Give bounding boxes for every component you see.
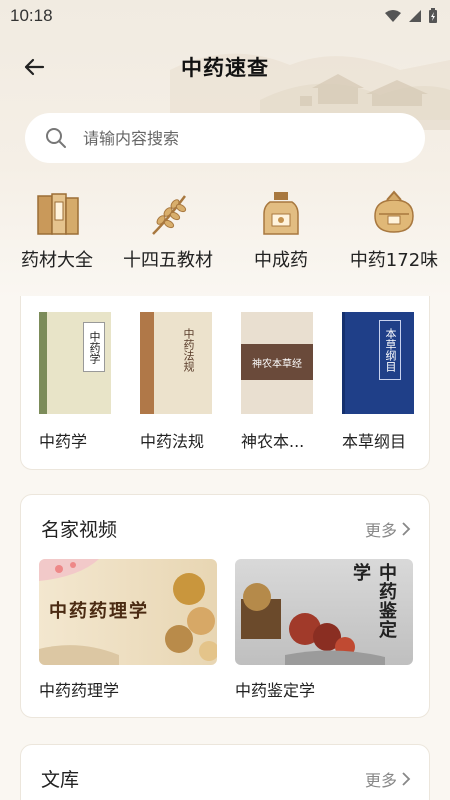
video-item[interactable]: 中药鉴定学 中药鉴定学 (235, 559, 413, 701)
book-title: 本草纲目 (342, 432, 407, 451)
book-item[interactable]: 中药学 中药学 (39, 312, 111, 452)
signal-icon (409, 10, 421, 22)
video-title: 中药鉴定学 (235, 681, 316, 700)
more-link[interactable]: 更多 (365, 767, 411, 791)
category-label: 中药172味 (349, 250, 439, 271)
video-item[interactable]: 中药药理学 中药药理学 (39, 559, 217, 701)
status-time: 10:18 (10, 6, 53, 25)
book-title: 中药法规 (140, 432, 205, 451)
more-link[interactable]: 更多 (365, 517, 411, 541)
more-label: 更多 (364, 771, 397, 790)
section-title: 文库 (41, 769, 80, 791)
more-label: 更多 (364, 521, 397, 540)
chevron-right-icon (402, 522, 411, 536)
book-cover-text: 神农本草经 (252, 358, 302, 370)
battery-icon (429, 8, 437, 23)
category-row: 药材大全 十四五教材 中成药 中药172味 (0, 188, 450, 278)
back-button[interactable] (18, 53, 50, 81)
book-cover-text: 中药学 (88, 330, 101, 364)
status-bar: 10:18 (0, 0, 450, 32)
book-item[interactable]: 中药法规 中药法规 (140, 312, 212, 452)
arrow-left-icon (24, 58, 45, 76)
category-172-herbs[interactable]: 中药172味 (339, 188, 449, 272)
category-label: 中成药 (254, 250, 308, 271)
video-thumb-text: 中药鉴定学 (350, 563, 397, 639)
book-cover-text: 本草纲目 (384, 328, 397, 372)
videos-section-card: 名家视频 更多 中药药理学 中药药理学 中药鉴定学 中药鉴定学 (20, 494, 430, 718)
category-textbooks[interactable]: 十四五教材 (113, 188, 223, 272)
book-title: 中药学 (39, 432, 88, 451)
category-herb-encyclopedia[interactable]: 药材大全 (2, 188, 112, 272)
category-label: 十四五教材 (123, 250, 213, 271)
book-item[interactable]: 神农本草经 神农本... (241, 312, 313, 452)
book-cover: 中药法规 (140, 312, 212, 414)
book-cover-text: 中药法规 (182, 328, 195, 372)
section-title: 名家视频 (41, 519, 118, 541)
book-cover: 神农本草经 (241, 312, 313, 414)
category-patent-medicine[interactable]: 中成药 (226, 188, 336, 272)
book-cover: 本草纲目 (342, 312, 414, 414)
book-title: 神农本... (241, 432, 305, 451)
wifi-icon (385, 10, 401, 22)
medicine-bottle-icon (253, 188, 309, 240)
page-title: 中药速查 (181, 56, 269, 80)
search-icon (46, 128, 66, 148)
book-item[interactable]: 本草纲目 本草纲目 (342, 312, 414, 452)
book-cover: 中药学 (39, 312, 111, 414)
herb-pouch-icon (366, 188, 422, 240)
search-bar[interactable] (25, 113, 425, 163)
search-input[interactable] (83, 128, 383, 148)
video-title: 中药药理学 (39, 681, 120, 700)
wheat-sprig-icon (140, 188, 196, 240)
library-section-card: 文库 更多 (20, 744, 430, 800)
video-thumbnail: 中药药理学 (39, 559, 217, 665)
video-thumbnail: 中药鉴定学 (235, 559, 413, 665)
herb-book-icon (29, 188, 85, 240)
status-icons (384, 8, 438, 24)
chevron-right-icon (402, 772, 411, 786)
category-label: 药材大全 (21, 250, 93, 271)
book-shelf-card: 中药学 中药学 中药法规 中药法规 神农本草经 神农本... 本草纲目 本草纲目 (20, 296, 430, 470)
video-thumb-text: 中药药理学 (49, 601, 149, 622)
title-bar: 中药速查 (0, 44, 450, 90)
